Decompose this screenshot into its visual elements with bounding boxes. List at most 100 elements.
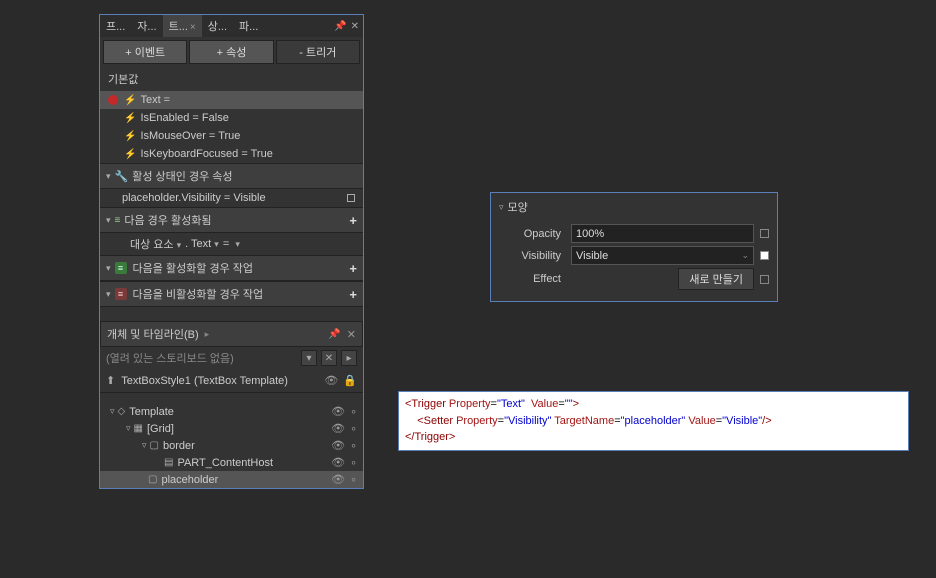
template-header[interactable]: ⬆ TextBoxStyle1 (TextBox Template) 👁 🔒	[100, 369, 363, 393]
opacity-label: Opacity	[499, 228, 571, 240]
objects-timeline-header[interactable]: 개체 및 타임라인(B) ▸ 📌 ✕	[100, 321, 363, 347]
triggers-panel: 프... 자... 트...× 상... 파... 📌 ✕ + 이벤트 + 속성…	[99, 14, 364, 489]
chevron-down-icon: ⌄	[741, 250, 749, 261]
on-activate-header[interactable]: ▾ ≡ 다음을 활성화할 경우 작업 +	[100, 255, 363, 281]
add-icon[interactable]: +	[349, 213, 357, 228]
lock-icon[interactable]: ∘	[350, 439, 357, 452]
textblock-icon: ▢	[148, 474, 157, 485]
default-label: 기본값	[100, 67, 363, 91]
close-icon[interactable]: ✕	[347, 328, 356, 341]
appearance-panel: ▿ 모양 Opacity Visibility Visible ⌄ Effect…	[490, 192, 778, 302]
storyboard-dropdown[interactable]: ▾	[301, 350, 317, 366]
value-dropdown[interactable]: = ▾	[223, 238, 240, 250]
xaml-code-panel: <Trigger Property="Text" Value=""> <Sett…	[398, 391, 909, 451]
eye-icon[interactable]: 👁	[331, 439, 345, 452]
expand-icon: ▾	[106, 289, 111, 300]
close-icon[interactable]: ✕	[351, 21, 359, 32]
tab-assets[interactable]: 자...	[131, 15, 162, 37]
record-icon	[108, 95, 118, 105]
target-dropdown[interactable]: 대상 요소 ▾	[130, 236, 181, 252]
remove-trigger-button[interactable]: - 트리거	[276, 40, 360, 64]
eye-icon[interactable]: 👁	[331, 405, 345, 418]
panel-tabs: 프... 자... 트...× 상... 파... 📌 ✕	[100, 15, 363, 37]
eye-icon[interactable]: 👁	[324, 374, 338, 387]
activate-icon: ≡	[115, 262, 127, 274]
tab-states[interactable]: 상...	[202, 15, 233, 37]
appearance-header[interactable]: ▿ 모양	[499, 197, 769, 221]
opacity-input[interactable]	[571, 224, 754, 243]
effect-label: Effect	[499, 273, 571, 285]
trigger-item-text[interactable]: ⚡ Text =	[100, 91, 363, 109]
visibility-label: Visibility	[499, 250, 571, 262]
trigger-item-isenabled[interactable]: ⚡ IsEnabled = False	[100, 109, 363, 127]
storyboard-menu[interactable]: ▸	[341, 350, 357, 366]
lock-icon[interactable]: ∘	[350, 422, 357, 435]
add-event-button[interactable]: + 이벤트	[103, 40, 187, 64]
on-deactivate-header[interactable]: ▾ ≡ 다음을 비활성화할 경우 작업 +	[100, 281, 363, 307]
bolt-icon: ⚡	[124, 113, 136, 124]
new-effect-button[interactable]: 새로 만들기	[678, 268, 754, 290]
storyboard-row: (열려 있는 스토리보드 없음) ▾ ✕ ▸	[100, 347, 363, 369]
tree-node-contenthost[interactable]: ▤ PART_ContentHost 👁∘	[100, 454, 363, 471]
code-line: </Trigger>	[405, 429, 902, 446]
trigger-item-ismouseover[interactable]: ⚡ IsMouseOver = True	[100, 127, 363, 145]
expand-icon: ▾	[106, 171, 111, 182]
eye-icon[interactable]: 👁	[331, 422, 345, 435]
add-icon[interactable]: +	[349, 287, 357, 302]
code-line: <Setter Property="Visibility" TargetName…	[405, 413, 902, 430]
property-marker-icon[interactable]	[760, 275, 769, 284]
tab-parts[interactable]: 파...	[233, 15, 264, 37]
add-property-button[interactable]: + 속성	[189, 40, 273, 64]
bolt-icon: ⚡	[124, 149, 136, 160]
add-icon[interactable]: +	[349, 261, 357, 276]
chevron-right-icon: ▸	[205, 329, 210, 340]
visibility-dropdown[interactable]: Visible ⌄	[571, 246, 754, 265]
trigger-item-iskeyboardfocused[interactable]: ⚡ IsKeyboardFocused = True	[100, 145, 363, 163]
eye-icon[interactable]: 👁	[331, 456, 345, 469]
tree-node-placeholder[interactable]: ▢ placeholder 👁∘	[100, 471, 363, 488]
pin-icon[interactable]: 📌	[328, 329, 340, 340]
tab-triggers[interactable]: 트...×	[163, 15, 202, 37]
condition-row: 대상 요소 ▾ . Text ▾ = ▾	[100, 233, 363, 255]
eye-icon[interactable]: 👁	[331, 473, 345, 486]
grid-icon: ▦	[134, 423, 143, 434]
expand-icon: ▾	[106, 215, 111, 226]
storyboard-close[interactable]: ✕	[321, 350, 337, 366]
expand-icon[interactable]: ▿	[126, 423, 131, 434]
lock-icon[interactable]: 🔒	[343, 374, 357, 387]
property-marker-icon[interactable]	[760, 229, 769, 238]
lock-icon[interactable]: ∘	[350, 473, 357, 486]
lock-icon[interactable]: ∘	[350, 405, 357, 418]
expand-icon[interactable]: ▿	[110, 406, 115, 417]
bolt-icon: ⚡	[124, 95, 136, 106]
tree-node-grid[interactable]: ▿ ▦ [Grid] 👁∘	[100, 420, 363, 437]
template-icon: ◇	[118, 406, 126, 417]
tab-project[interactable]: 프...	[100, 15, 131, 37]
tree-node-border[interactable]: ▿ ▢ border 👁∘	[100, 437, 363, 454]
activated-when-header[interactable]: ▾ ≡ 다음 경우 활성화됨 +	[100, 207, 363, 233]
deactivate-icon: ≡	[115, 288, 127, 300]
expand-icon[interactable]: ▿	[142, 440, 147, 451]
opacity-row: Opacity	[499, 224, 769, 243]
property-dropdown[interactable]: . Text ▾	[185, 238, 219, 250]
tree-node-template[interactable]: ▿ ◇ Template 👁∘	[100, 403, 363, 420]
property-marker-icon[interactable]	[347, 194, 355, 202]
wrench-icon: 🔧	[115, 170, 129, 183]
bolt-icon: ⚡	[124, 131, 136, 142]
trigger-buttons: + 이벤트 + 속성 - 트리거	[100, 37, 363, 67]
property-row-placeholder-visibility[interactable]: placeholder.Visibility = Visible	[100, 189, 363, 207]
scope-up-icon[interactable]: ⬆	[106, 374, 115, 387]
lock-icon[interactable]: ∘	[350, 456, 357, 469]
scrollviewer-icon: ▤	[164, 457, 173, 468]
visibility-row: Visibility Visible ⌄	[499, 246, 769, 265]
expand-icon: ▿	[499, 202, 504, 213]
code-line: <Trigger Property="Text" Value="">	[405, 396, 902, 413]
pin-icon[interactable]: 📌	[334, 21, 346, 32]
condition-icon: ≡	[115, 215, 121, 226]
storyboard-label: (열려 있는 스토리보드 없음)	[106, 350, 234, 366]
active-properties-header[interactable]: ▾ 🔧 활성 상태인 경우 속성	[100, 163, 363, 189]
property-marker-icon[interactable]	[760, 251, 769, 260]
effect-row: Effect 새로 만들기	[499, 268, 769, 290]
close-icon[interactable]: ×	[190, 22, 196, 33]
expand-icon: ▾	[106, 263, 111, 274]
